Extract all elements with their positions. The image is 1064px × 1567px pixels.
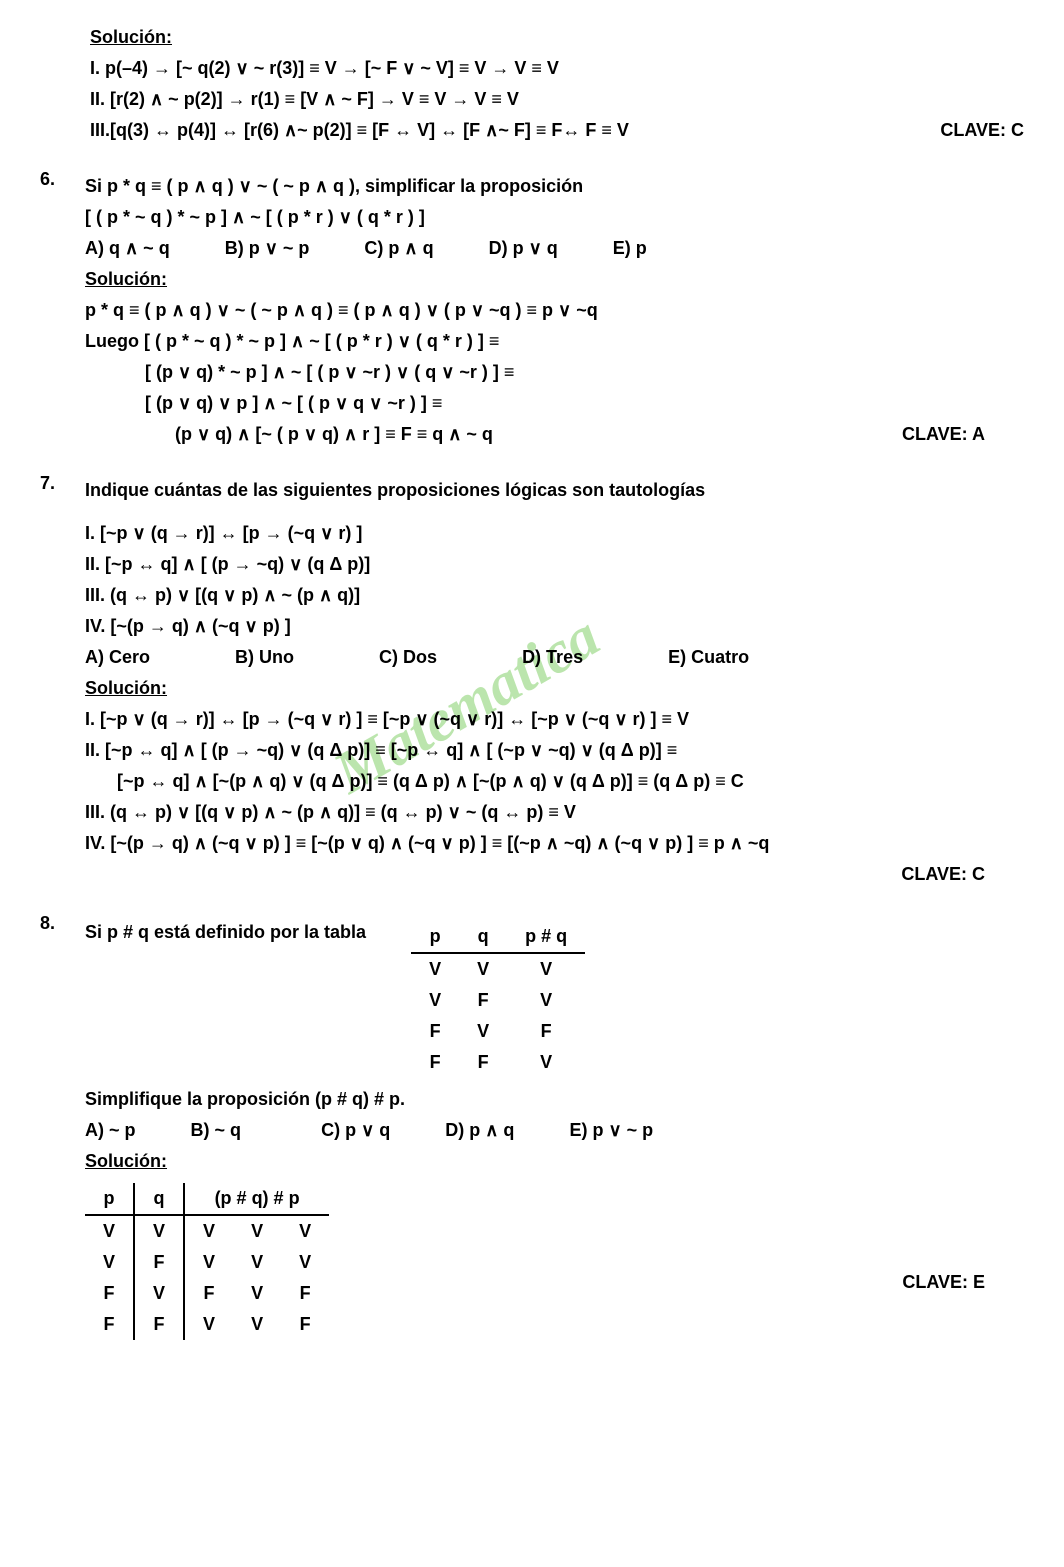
q7-clave: CLAVE: C bbox=[85, 861, 985, 888]
clave-top: CLAVE: C bbox=[940, 117, 1024, 144]
solucion-heading: Solución: bbox=[90, 27, 172, 47]
q6-sol-5: (p ∨ q) ∧ [~ ( p ∨ q) ∧ r ] ≡ F ≡ q ∧ ~ … bbox=[85, 421, 985, 448]
q6-prompt-2: [ ( p * ~ q ) * ~ p ] ∧ ~ [ ( p * r ) ∨ … bbox=[85, 204, 985, 231]
q6-sol-3: [ (p ∨ q) * ~ p ] ∧ ~ [ ( p ∨ ~r ) ∨ ( q… bbox=[85, 359, 985, 386]
q7-solucion: Solución: bbox=[85, 678, 167, 698]
q7-opt-a: A) Cero bbox=[85, 644, 150, 671]
q7-number: 7. bbox=[40, 473, 80, 494]
q7-options: A) Cero B) Uno C) Dos D) Tres E) Cuatro bbox=[85, 644, 985, 671]
table-row: VVVVV bbox=[85, 1215, 329, 1247]
q7-i: I. [~p ∨ (q → r)] ↔ [p → (~q ∨ r) ] bbox=[85, 520, 985, 547]
q7-sol-3: III. (q ↔ p) ∨ [(q ∨ p) ∧ ~ (p ∧ q)] ≡ (… bbox=[85, 799, 985, 826]
q6-number: 6. bbox=[40, 169, 80, 190]
q8-opt-e: E) p ∨ ~ p bbox=[569, 1117, 653, 1144]
q8-solution-table: p q (p # q) # p VVVVV VFVVV FVFVF FFVVF bbox=[85, 1183, 329, 1340]
q7-opt-c: C) Dos bbox=[379, 644, 437, 671]
th-q: q bbox=[459, 921, 507, 953]
question-8: 8. Si p # q está definido por la tabla p… bbox=[40, 913, 1024, 1348]
sol-line-iii: III.[q(3) ↔ p(4)] ↔ [r(6) ∧~ p(2)] ≡ [F … bbox=[90, 117, 1024, 144]
table-row: FVF bbox=[411, 1016, 585, 1047]
q8-prompt: Si p # q está definido por la tabla p q … bbox=[85, 917, 985, 1082]
q6-options: A) q ∧ ~ q B) p ∨ ~ p C) p ∧ q D) p ∨ q … bbox=[85, 235, 985, 262]
q7-iv: IV. [~(p → q) ∧ (~q ∨ p) ] bbox=[85, 613, 985, 640]
q6-opt-e: E) p bbox=[613, 235, 647, 262]
q7-ii: II. [~p ↔ q] ∧ [ (p → ~q) ∨ (q Δ p)] bbox=[85, 551, 985, 578]
q8-truth-table: p q p # q VVV VFV FVF FFV bbox=[411, 921, 585, 1078]
q7-opt-d: D) Tres bbox=[522, 644, 583, 671]
question-7: 7. Indique cuántas de las siguientes pro… bbox=[40, 473, 1024, 892]
solution-block-top: Solución: I. p(–4) → [~ q(2) ∨ ~ r(3)] ≡… bbox=[90, 24, 1024, 144]
q6-opt-a: A) q ∧ ~ q bbox=[85, 235, 170, 262]
th-p: p bbox=[411, 921, 459, 953]
q8-opt-c: C) p ∨ q bbox=[321, 1117, 390, 1144]
th2-p: p bbox=[85, 1183, 134, 1215]
q6-clave: CLAVE: A bbox=[902, 421, 985, 448]
table-row: VFVVV bbox=[85, 1247, 329, 1278]
th2-pq: (p # q) # p bbox=[184, 1183, 329, 1215]
q8-opt-d: D) p ∧ q bbox=[445, 1117, 514, 1144]
table-row: FFVVF bbox=[85, 1309, 329, 1340]
sol-line-ii: II. [r(2) ∧ ~ p(2)] → r(1) ≡ [V ∧ ~ F] →… bbox=[90, 86, 1024, 113]
sol-line-i: I. p(–4) → [~ q(2) ∨ ~ r(3)] ≡ V → [~ F … bbox=[90, 55, 1024, 82]
q6-sol-4: [ (p ∨ q) ∨ p ] ∧ ~ [ ( p ∨ q ∨ ~r ) ] ≡ bbox=[85, 390, 985, 417]
q8-clave: CLAVE: E bbox=[902, 1269, 985, 1296]
th2-q: q bbox=[134, 1183, 184, 1215]
table-row: FFV bbox=[411, 1047, 585, 1078]
table-row: VFV bbox=[411, 985, 585, 1016]
th-pq: p # q bbox=[507, 921, 585, 953]
q7-opt-b: B) Uno bbox=[235, 644, 294, 671]
q6-opt-d: D) p ∨ q bbox=[489, 235, 558, 262]
q8-options: A) ~ p B) ~ q C) p ∨ q D) p ∧ q E) p ∨ ~… bbox=[85, 1117, 985, 1144]
q6-sol-2: Luego [ ( p * ~ q ) * ~ p ] ∧ ~ [ ( p * … bbox=[85, 328, 985, 355]
q6-solucion: Solución: bbox=[85, 269, 167, 289]
q7-sol-2b: [~p ↔ q] ∧ [~(p ∧ q) ∨ (q Δ p)] ≡ (q Δ p… bbox=[85, 768, 985, 795]
q7-sol-2: II. [~p ↔ q] ∧ [ (p → ~q) ∨ (q Δ p)] ≡ [… bbox=[85, 737, 985, 764]
q7-sol-1: I. [~p ∨ (q → r)] ↔ [p → (~q ∨ r) ] ≡ [~… bbox=[85, 706, 985, 733]
q7-prompt: Indique cuántas de las siguientes propos… bbox=[85, 477, 985, 504]
q8-opt-b: B) ~ q bbox=[191, 1117, 242, 1144]
q8-solucion: Solución: bbox=[85, 1151, 167, 1171]
q8-opt-a: A) ~ p bbox=[85, 1117, 136, 1144]
q6-prompt-1: Si p * q ≡ ( p ∧ q ) ∨ ~ ( ~ p ∧ q ), si… bbox=[85, 173, 985, 200]
q8-prompt-2: Simplifique la proposición (p # q) # p. bbox=[85, 1086, 985, 1113]
q7-sol-4: IV. [~(p → q) ∧ (~q ∨ p) ] ≡ [~(p ∨ q) ∧… bbox=[85, 830, 985, 857]
q7-opt-e: E) Cuatro bbox=[668, 644, 749, 671]
question-6: 6. Si p * q ≡ ( p ∧ q ) ∨ ~ ( ~ p ∧ q ),… bbox=[40, 169, 1024, 452]
q8-number: 8. bbox=[40, 913, 80, 934]
table-row: VVV bbox=[411, 953, 585, 985]
q6-opt-b: B) p ∨ ~ p bbox=[225, 235, 310, 262]
table-row: FVFVF bbox=[85, 1278, 329, 1309]
q7-iii: III. (q ↔ p) ∨ [(q ∨ p) ∧ ~ (p ∧ q)] bbox=[85, 582, 985, 609]
q6-opt-c: C) p ∧ q bbox=[364, 235, 433, 262]
q6-sol-1: p * q ≡ ( p ∧ q ) ∨ ~ ( ~ p ∧ q ) ≡ ( p … bbox=[85, 297, 985, 324]
